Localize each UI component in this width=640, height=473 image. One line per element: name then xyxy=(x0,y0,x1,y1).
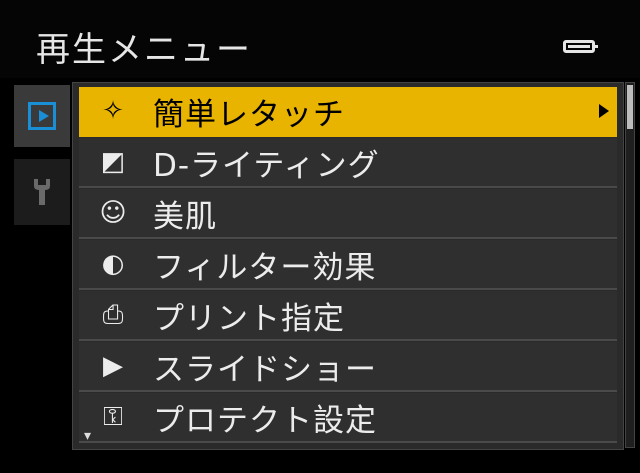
tab-playback[interactable] xyxy=(14,85,70,147)
menu-item-slideshow[interactable]: ▶ スライドショー xyxy=(79,342,617,392)
submenu-arrow-icon xyxy=(599,104,609,118)
more-items-indicator-icon: ▾ xyxy=(84,428,92,444)
battery-full-icon xyxy=(563,40,598,53)
menu-item-label: プリント指定 xyxy=(153,300,345,337)
print-order-icon: ⎙ xyxy=(102,299,124,330)
wrench-setup-icon xyxy=(34,179,50,205)
menu-item-label: プロテクト設定 xyxy=(153,402,377,439)
scrollbar-thumb[interactable] xyxy=(627,85,633,129)
menu-item-print-order[interactable]: ⎙ プリント指定 xyxy=(79,291,617,341)
menu-scrollbar[interactable] xyxy=(625,82,635,448)
page-title: 再生メニュー xyxy=(36,30,252,70)
retouch-icon: ✧ xyxy=(102,96,124,126)
menu-item-label: D-ライティング xyxy=(153,147,380,184)
playback-menu-list: ✧ 簡単レタッチ ◩ D-ライティング ☺ 美肌 ◐ フィルター効果 ⎙ プリン… xyxy=(72,82,624,450)
slideshow-icon: ▶ xyxy=(103,351,123,381)
filter-effect-icon: ◐ xyxy=(101,249,125,279)
menu-item-label: 美肌 xyxy=(153,198,217,235)
menu-item-d-lighting[interactable]: ◩ D-ライティング xyxy=(79,138,617,188)
menu-item-label: スライドショー xyxy=(153,351,377,388)
protect-key-icon: ⚿ xyxy=(103,401,123,432)
d-lighting-icon: ◩ xyxy=(100,147,126,177)
menu-item-protect[interactable]: ⚿ プロテクト設定 xyxy=(79,393,617,443)
skin-softening-icon: ☺ xyxy=(99,198,127,228)
tab-setup[interactable] xyxy=(14,159,70,225)
menu-item-skin-softening[interactable]: ☺ 美肌 xyxy=(79,189,617,239)
menu-item-label: フィルター効果 xyxy=(153,249,377,286)
menu-item-label: 簡単レタッチ xyxy=(153,96,345,133)
play-menu-icon xyxy=(28,102,56,130)
menu-item-quick-retouch[interactable]: ✧ 簡単レタッチ xyxy=(79,87,617,137)
menu-item-filter-effects[interactable]: ◐ フィルター効果 xyxy=(79,240,617,290)
menu-tabs xyxy=(14,85,72,237)
header-bar: 再生メニュー xyxy=(0,0,640,78)
